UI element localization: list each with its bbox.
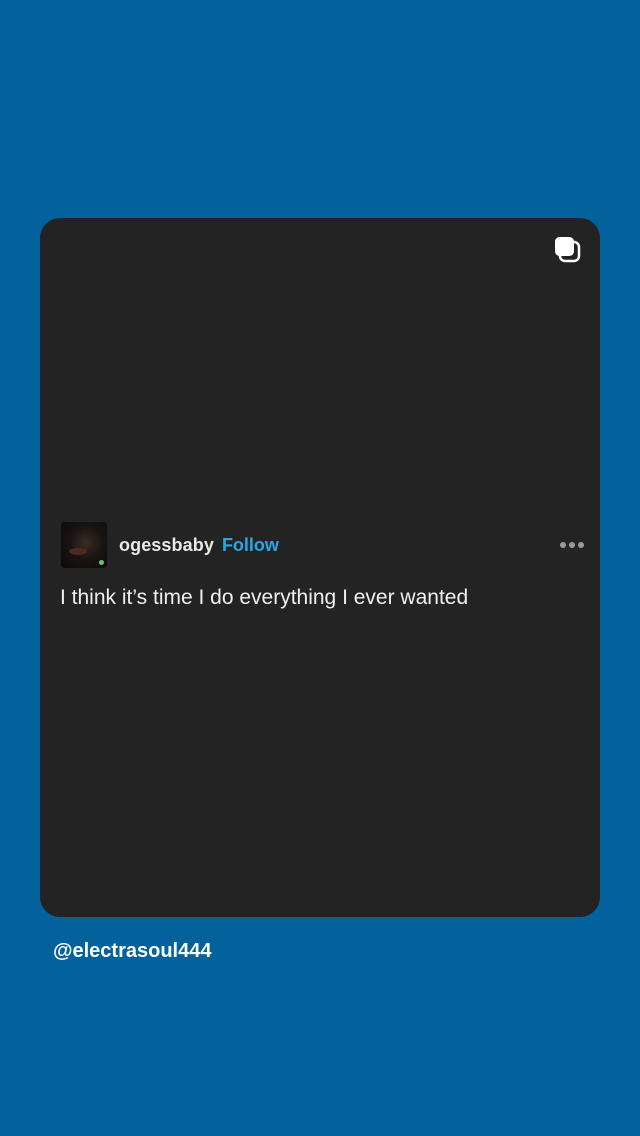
post-text: I think it’s time I do everything I ever… (60, 586, 469, 609)
follow-button[interactable]: Follow (222, 535, 279, 556)
online-status-dot (99, 560, 104, 565)
username[interactable]: ogessbaby (119, 535, 214, 556)
avatar[interactable] (61, 522, 107, 568)
post-card: ogessbaby Follow I think it’s time I do … (40, 218, 600, 917)
more-options-icon[interactable] (560, 538, 584, 552)
multiple-posts-icon (554, 236, 582, 264)
post-header: ogessbaby Follow (61, 522, 584, 568)
credit-handle: @electrasoul444 (53, 940, 212, 962)
